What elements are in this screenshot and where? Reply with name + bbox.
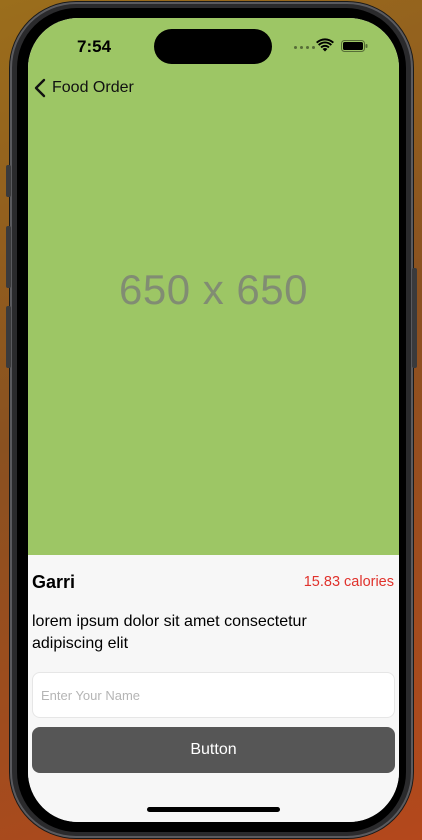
- food-name: Garri: [32, 572, 76, 592]
- back-button[interactable]: Food Order: [34, 78, 134, 98]
- chevron-left-icon: [34, 78, 46, 98]
- power-button-hardware: [412, 268, 417, 368]
- back-button-label: Food Order: [52, 79, 134, 96]
- wifi-icon: [316, 38, 334, 52]
- food-description: lorem ipsum dolor sit amet consectetur a…: [32, 613, 307, 652]
- name-input[interactable]: [32, 672, 395, 718]
- action-button-hardware: [6, 165, 11, 197]
- app-screen: 650 x 650 7:54 Food Order Garri 15.83 ca…: [28, 18, 399, 822]
- status-bar-time: 7:54: [77, 37, 112, 56]
- image-placeholder-label: 650 x 650: [119, 266, 308, 313]
- volume-up-hardware: [6, 226, 11, 288]
- dynamic-island: [154, 29, 272, 64]
- food-details-panel: Garri 15.83 calories lorem ipsum dolor s…: [28, 555, 399, 822]
- food-image-placeholder: 650 x 650: [28, 18, 399, 555]
- submit-button[interactable]: Button: [32, 727, 395, 773]
- volume-down-hardware: [6, 306, 11, 368]
- cellular-signal-icon: [294, 46, 315, 49]
- calories-label: 15.83 calories: [303, 574, 394, 590]
- battery-icon: [341, 40, 368, 52]
- home-indicator[interactable]: [147, 807, 280, 812]
